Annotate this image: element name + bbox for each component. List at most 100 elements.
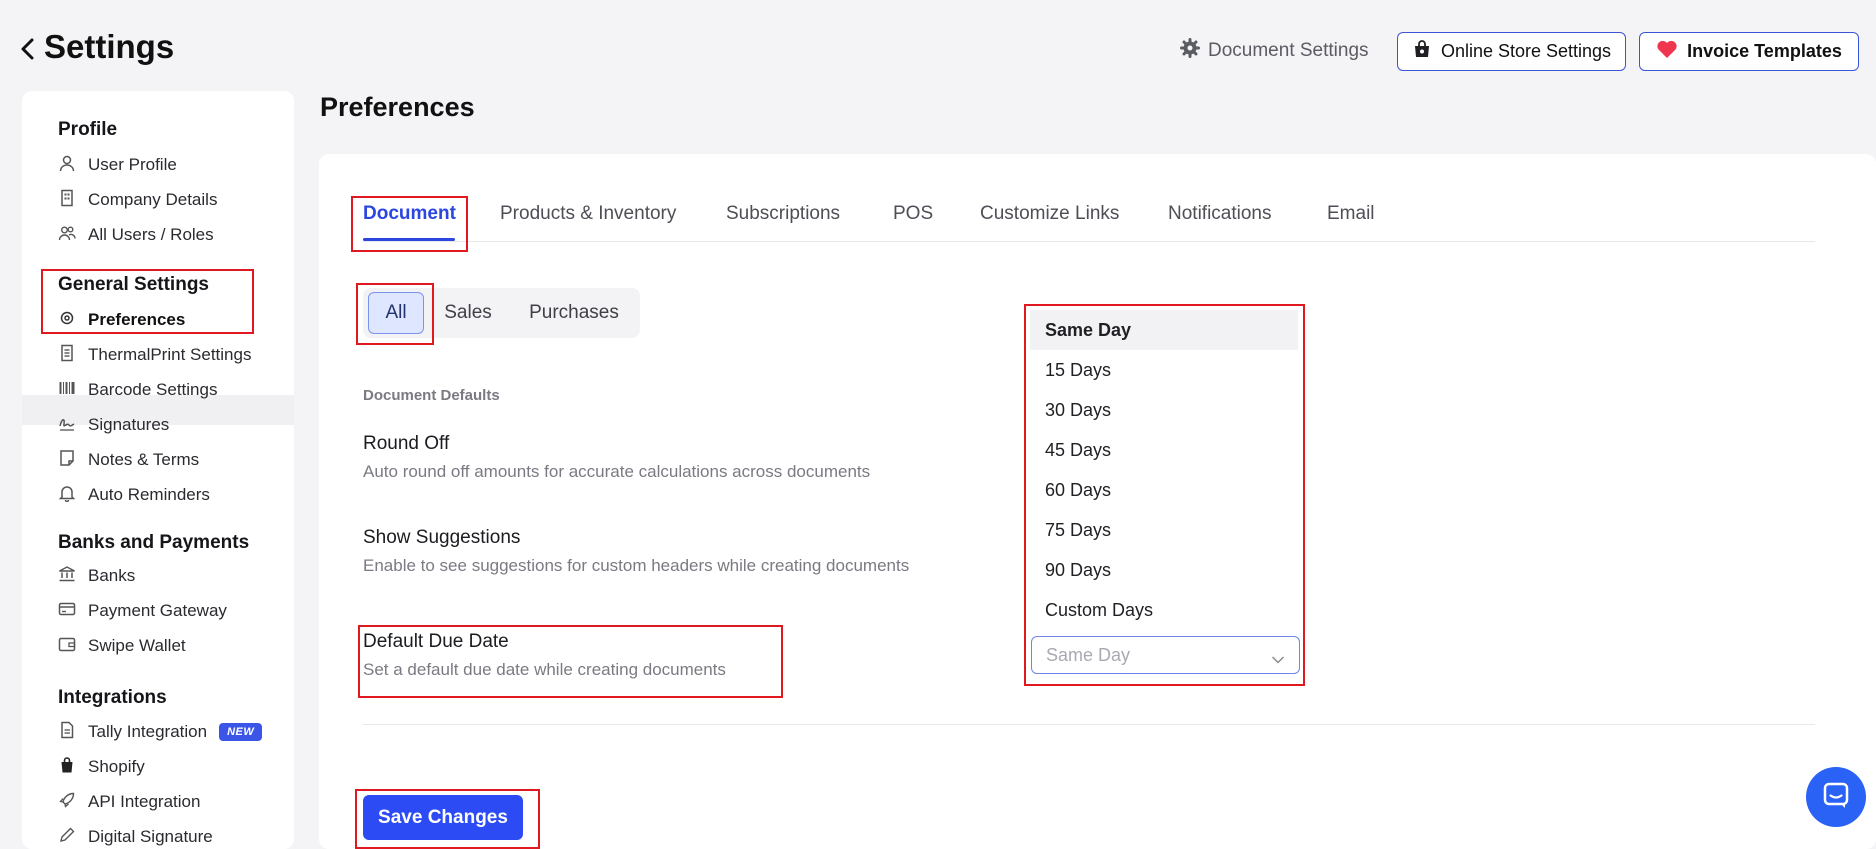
sidebar-item-company-details[interactable]: Company Details bbox=[58, 185, 217, 215]
credit-card-icon bbox=[58, 600, 76, 623]
settings-sidebar: Profile User Profile Company Details All… bbox=[22, 91, 294, 849]
due-date-option-15-days[interactable]: 15 Days bbox=[1030, 350, 1298, 390]
sidebar-item-thermalprint-settings[interactable]: ThermalPrint Settings bbox=[58, 340, 251, 370]
sidebar-item-label: Banks bbox=[88, 566, 136, 585]
sidebar-item-notes-terms[interactable]: Notes & Terms bbox=[58, 445, 199, 475]
round-off-description: Auto round off amounts for accurate calc… bbox=[363, 462, 871, 481]
save-changes-button[interactable]: Save Changes bbox=[363, 795, 523, 840]
due-date-option-60-days[interactable]: 60 Days bbox=[1030, 470, 1298, 510]
invoice-templates-label: Invoice Templates bbox=[1687, 41, 1842, 61]
building-icon bbox=[58, 189, 76, 212]
sidebar-item-users-roles[interactable]: All Users / Roles bbox=[58, 220, 214, 250]
heart-icon bbox=[1656, 39, 1678, 64]
sidebar-item-label: Tally Integration bbox=[88, 722, 208, 741]
tab-notifications[interactable]: Notifications bbox=[1168, 203, 1272, 225]
sidebar-section-integrations: Integrations bbox=[58, 687, 167, 708]
sidebar-item-label: Payment Gateway bbox=[88, 601, 227, 620]
invoice-templates-button[interactable]: Invoice Templates bbox=[1639, 32, 1859, 71]
sidebar-item-label: Swipe Wallet bbox=[88, 636, 186, 655]
filter-all-button[interactable]: All bbox=[368, 292, 424, 334]
chevron-down-icon bbox=[1271, 649, 1285, 670]
bank-icon bbox=[58, 565, 76, 588]
due-date-select[interactable]: Same Day bbox=[1031, 636, 1300, 674]
tab-pos[interactable]: POS bbox=[893, 203, 933, 225]
default-due-date-title: Default Due Date bbox=[363, 631, 509, 652]
preferences-title: Preferences bbox=[320, 92, 475, 122]
barcode-icon bbox=[58, 379, 76, 402]
sidebar-item-tally-integration[interactable]: Tally Integration NEW bbox=[58, 717, 263, 747]
sidebar-item-label: User Profile bbox=[88, 155, 177, 174]
tabs-divider bbox=[363, 241, 1815, 242]
back-arrow-icon[interactable] bbox=[18, 32, 40, 66]
tab-products-inventory[interactable]: Products & Inventory bbox=[500, 203, 676, 225]
sidebar-item-label: Barcode Settings bbox=[88, 380, 218, 399]
filter-sales-button[interactable]: Sales bbox=[436, 292, 500, 334]
tab-subscriptions[interactable]: Subscriptions bbox=[726, 203, 840, 225]
sidebar-item-swipe-wallet[interactable]: Swipe Wallet bbox=[58, 631, 186, 661]
sidebar-item-user-profile[interactable]: User Profile bbox=[58, 150, 177, 180]
chat-support-button[interactable] bbox=[1806, 767, 1866, 827]
tab-document[interactable]: Document bbox=[363, 203, 456, 225]
tab-customize-links[interactable]: Customize Links bbox=[980, 203, 1119, 225]
filter-purchases-button[interactable]: Purchases bbox=[520, 292, 628, 334]
bell-icon bbox=[58, 484, 76, 507]
users-icon bbox=[58, 224, 76, 247]
signature-icon bbox=[58, 414, 76, 437]
section-label: Document Defaults bbox=[363, 387, 500, 404]
active-tab-indicator bbox=[363, 238, 455, 241]
gear-icon bbox=[58, 309, 76, 332]
sidebar-item-api-integration[interactable]: API Integration bbox=[58, 787, 200, 817]
document-icon bbox=[58, 721, 76, 744]
due-date-option-custom-days[interactable]: Custom Days bbox=[1030, 590, 1298, 630]
sidebar-item-signatures[interactable]: Signatures bbox=[58, 410, 169, 440]
receipt-icon bbox=[58, 344, 76, 367]
sidebar-item-label: ThermalPrint Settings bbox=[88, 345, 252, 364]
sidebar-item-auto-reminders[interactable]: Auto Reminders bbox=[58, 480, 210, 510]
sidebar-item-label: Company Details bbox=[88, 190, 218, 209]
sidebar-item-label: Notes & Terms bbox=[88, 450, 200, 469]
sidebar-item-preferences[interactable]: Preferences bbox=[58, 305, 185, 335]
sidebar-item-label: Auto Reminders bbox=[88, 485, 210, 504]
shop-bag-icon bbox=[1412, 39, 1432, 64]
sidebar-item-label: API Integration bbox=[88, 792, 201, 811]
shopify-icon bbox=[58, 756, 76, 779]
due-date-option-75-days[interactable]: 75 Days bbox=[1030, 510, 1298, 550]
top-bar: Settings Document Settings Online Store … bbox=[0, 0, 1876, 80]
document-settings-label: Document Settings bbox=[1208, 40, 1369, 61]
online-store-settings-button[interactable]: Online Store Settings bbox=[1397, 32, 1626, 71]
sidebar-item-payment-gateway[interactable]: Payment Gateway bbox=[58, 596, 227, 626]
show-suggestions-title: Show Suggestions bbox=[363, 527, 521, 548]
sidebar-item-label: Digital Signature bbox=[88, 827, 213, 846]
new-badge: NEW bbox=[219, 723, 263, 741]
sidebar-item-label: Signatures bbox=[88, 415, 170, 434]
rocket-icon bbox=[58, 791, 76, 814]
sidebar-item-barcode-settings[interactable]: Barcode Settings bbox=[58, 375, 217, 405]
pen-icon bbox=[58, 826, 76, 849]
default-due-date-description: Set a default due date while creating do… bbox=[363, 660, 726, 679]
sidebar-section-general-settings: General Settings bbox=[58, 274, 209, 295]
sidebar-item-shopify[interactable]: Shopify bbox=[58, 752, 145, 782]
sidebar-section-profile: Profile bbox=[58, 119, 118, 140]
wallet-icon bbox=[58, 635, 76, 658]
due-date-select-value: Same Day bbox=[1046, 644, 1131, 665]
online-store-settings-label: Online Store Settings bbox=[1440, 41, 1612, 61]
content-divider bbox=[363, 724, 1815, 725]
document-settings-link[interactable]: Document Settings bbox=[1180, 38, 1369, 64]
chat-icon bbox=[1821, 780, 1851, 815]
sidebar-item-label: All Users / Roles bbox=[88, 225, 214, 244]
gear-icon bbox=[1180, 38, 1200, 64]
due-date-dropdown-menu: Same Day 15 Days 30 Days 45 Days 60 Days… bbox=[1030, 310, 1298, 626]
tab-email[interactable]: Email bbox=[1327, 203, 1375, 225]
page-title: Settings bbox=[44, 28, 175, 65]
sidebar-section-banks-payments: Banks and Payments bbox=[58, 532, 250, 553]
note-icon bbox=[58, 449, 76, 472]
user-icon bbox=[58, 154, 76, 177]
sidebar-item-label: Preferences bbox=[88, 310, 186, 329]
due-date-option-30-days[interactable]: 30 Days bbox=[1030, 390, 1298, 430]
due-date-option-45-days[interactable]: 45 Days bbox=[1030, 430, 1298, 470]
due-date-option-same-day[interactable]: Same Day bbox=[1030, 310, 1298, 350]
round-off-title: Round Off bbox=[363, 433, 450, 454]
due-date-option-90-days[interactable]: 90 Days bbox=[1030, 550, 1298, 590]
sidebar-item-digital-signature[interactable]: Digital Signature bbox=[58, 822, 213, 849]
sidebar-item-banks[interactable]: Banks bbox=[58, 561, 135, 591]
